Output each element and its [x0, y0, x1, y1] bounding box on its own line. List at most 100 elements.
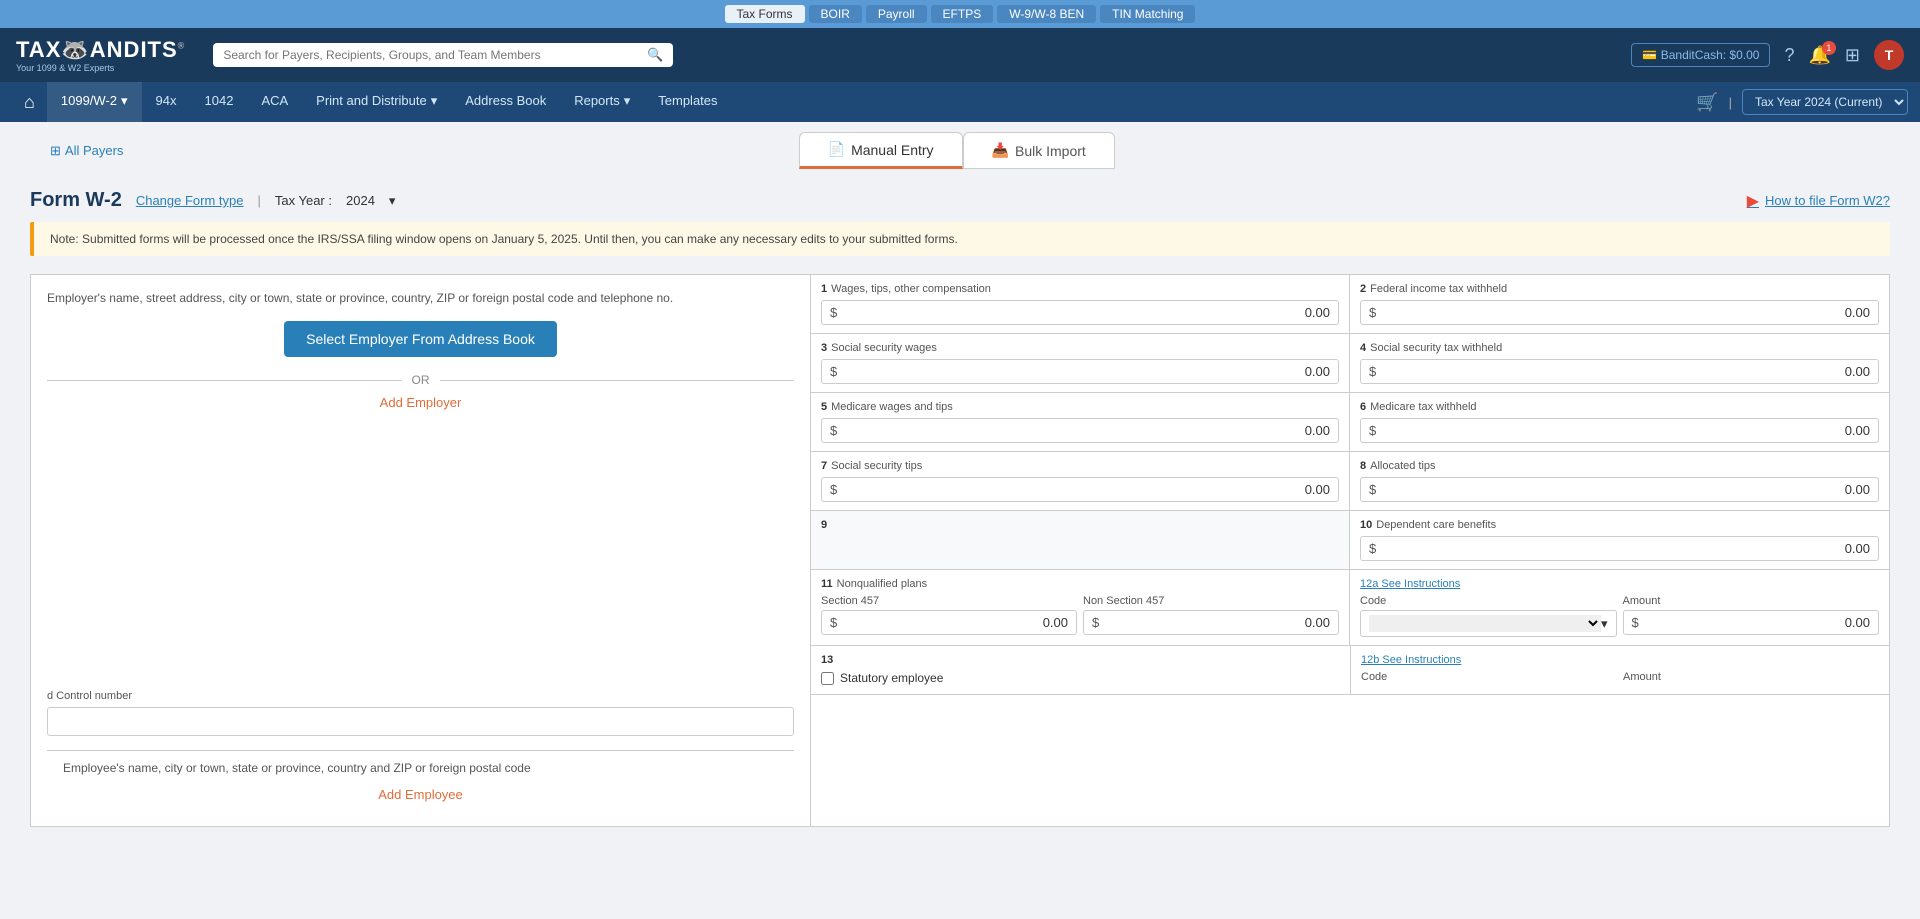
topbar-boir[interactable]: BOIR — [809, 5, 862, 23]
topbar-payroll[interactable]: Payroll — [866, 5, 927, 23]
field-12a-amount: Amount $ — [1623, 595, 1880, 637]
all-payers-link[interactable]: ⊞ All Payers — [30, 143, 143, 159]
field-5-input[interactable] — [843, 423, 1330, 438]
field-11-non-section-457: Non Section 457 $ — [1083, 595, 1339, 635]
topbar-tin-matching[interactable]: TIN Matching — [1100, 5, 1195, 23]
field-6-input-wrapper: $ — [1360, 418, 1879, 443]
nav-aca[interactable]: ACA — [247, 82, 302, 122]
field-2-input[interactable] — [1382, 305, 1870, 320]
dollar-icon-10: $ — [1369, 541, 1376, 556]
nav-94x[interactable]: 94x — [142, 82, 191, 122]
statutory-employee-checkbox[interactable] — [821, 672, 834, 685]
employer-section-label: Employer's name, street address, city or… — [47, 291, 794, 305]
field-cell-5: 5 Medicare wages and tips $ — [811, 393, 1350, 451]
header: TAX🦝ANDITS® Your 1099 & W2 Experts 🔍 💳 B… — [0, 28, 1920, 82]
field-12b-label: 12b See Instructions — [1361, 654, 1879, 666]
nav-print-distribute[interactable]: Print and Distribute ▾ — [302, 82, 451, 122]
field-10-input[interactable] — [1382, 541, 1870, 556]
code-label-12a: Code — [1360, 595, 1617, 607]
non-section457-input[interactable] — [1105, 615, 1330, 630]
field-7-label: 7 Social security tips — [821, 460, 1339, 472]
help-icon[interactable]: ? — [1784, 45, 1794, 66]
or-text: OR — [412, 373, 430, 387]
field-12a-link[interactable]: 12a See Instructions — [1360, 578, 1460, 590]
add-employee-link[interactable]: Add Employee — [47, 779, 794, 810]
employee-section: Employee's name, city or town, state or … — [47, 750, 794, 810]
year-selector[interactable]: Tax Year 2024 (Current) — [1742, 89, 1908, 115]
youtube-icon: ▶ — [1747, 191, 1759, 211]
section457-label: Section 457 — [821, 595, 1077, 607]
bell-icon[interactable]: 🔔 1 — [1808, 45, 1830, 66]
bandit-cash-button[interactable]: 💳 BanditCash: $0.00 — [1631, 43, 1770, 67]
field-12b-amount: Amount — [1623, 671, 1879, 686]
nav-1042[interactable]: 1042 — [191, 82, 248, 122]
dollar-icon-8: $ — [1369, 482, 1376, 497]
control-number-input[interactable] — [47, 707, 794, 736]
field-3-input[interactable] — [843, 364, 1330, 379]
cart-icon[interactable]: 🛒 — [1696, 92, 1718, 113]
nav-1099-w2-label: 1099/W-2 — [61, 93, 117, 108]
search-icon: 🔍 — [647, 47, 663, 63]
manual-entry-icon: 📄 — [828, 141, 845, 158]
nav-reports-arrow: ▾ — [624, 93, 631, 109]
field-cell-3: 3 Social security wages $ — [811, 334, 1350, 392]
avatar[interactable]: T — [1874, 40, 1904, 70]
field-4-label: 4 Social security tax withheld — [1360, 342, 1879, 354]
code-select-12a[interactable] — [1369, 615, 1601, 632]
home-button[interactable]: ⌂ — [12, 92, 47, 113]
nav-templates-label: Templates — [658, 93, 717, 108]
dollar-icon-2: $ — [1369, 305, 1376, 320]
non-section457-input-wrapper: $ — [1083, 610, 1339, 635]
tax-year-arrow[interactable]: ▾ — [389, 193, 396, 209]
field-12a-amount-input[interactable] — [1645, 615, 1870, 630]
search-input[interactable] — [223, 48, 641, 62]
apps-icon[interactable]: ⊞ — [1845, 45, 1860, 66]
bulk-import-icon: 📥 — [992, 142, 1009, 159]
field-8-input[interactable] — [1382, 482, 1870, 497]
add-employer-link[interactable]: Add Employer — [47, 395, 794, 410]
field-11-label: 11 Nonqualified plans — [821, 578, 1339, 590]
control-number-section: d Control number — [47, 690, 794, 736]
note-banner: Note: Submitted forms will be processed … — [30, 222, 1890, 256]
field-cell-11: 11 Nonqualified plans Section 457 $ — [811, 570, 1350, 645]
nav-94x-label: 94x — [156, 93, 177, 108]
field-cell-12a: 12a See Instructions Code ▾ — [1350, 570, 1889, 645]
nav-reports-label: Reports — [574, 93, 620, 108]
field-7-input[interactable] — [843, 482, 1330, 497]
tax-year-value: 2024 — [346, 193, 375, 208]
field-4-input[interactable] — [1382, 364, 1870, 379]
nav-1042-label: 1042 — [205, 93, 234, 108]
nav-1099-w2[interactable]: 1099/W-2 ▾ — [47, 82, 142, 122]
field-3-label: 3 Social security wages — [821, 342, 1339, 354]
tab-bulk-import[interactable]: 📥 Bulk Import — [963, 132, 1115, 169]
header-actions: 💳 BanditCash: $0.00 ? 🔔 1 ⊞ T — [1631, 40, 1904, 70]
how-to-file-link[interactable]: ▶ How to file Form W2? — [1747, 191, 1890, 211]
dollar-icon-3: $ — [830, 364, 837, 379]
dropdown-arrow-12a: ▾ — [1601, 616, 1608, 632]
statutory-employee-label[interactable]: Statutory employee — [821, 671, 1340, 685]
section457-input[interactable] — [843, 615, 1068, 630]
field-row-3-4: 3 Social security wages $ 4 Social secur… — [811, 334, 1889, 393]
wallet-icon: 💳 — [1642, 48, 1657, 62]
change-form-link[interactable]: Change Form type — [136, 193, 244, 208]
field-cell-9: 9 — [811, 511, 1350, 569]
nav-print-arrow: ▾ — [431, 93, 438, 109]
topbar-eftps[interactable]: EFTPS — [931, 5, 994, 23]
topbar-w9w8ben[interactable]: W-9/W-8 BEN — [997, 5, 1096, 23]
field-12a-code: Code ▾ — [1360, 595, 1617, 637]
right-panel: 1 Wages, tips, other compensation $ 2 Fe… — [811, 275, 1889, 826]
field-cell-6: 6 Medicare tax withheld $ — [1350, 393, 1889, 451]
field-1-input[interactable] — [843, 305, 1330, 320]
field-4-input-wrapper: $ — [1360, 359, 1879, 384]
nav-templates[interactable]: Templates — [644, 82, 731, 122]
field-12b-link[interactable]: 12b See Instructions — [1361, 654, 1461, 666]
search-bar[interactable]: 🔍 — [213, 43, 673, 67]
nav-reports[interactable]: Reports ▾ — [560, 82, 644, 122]
select-employer-button[interactable]: Select Employer From Address Book — [284, 321, 557, 357]
field-6-input[interactable] — [1382, 423, 1870, 438]
nav-address-book[interactable]: Address Book — [451, 82, 560, 122]
tab-manual-entry[interactable]: 📄 Manual Entry — [799, 132, 963, 169]
field-row-9-10: 9 10 Dependent care benefits $ — [811, 511, 1889, 570]
field-cell-8: 8 Allocated tips $ — [1350, 452, 1889, 510]
topbar-tax-forms[interactable]: Tax Forms — [725, 5, 805, 23]
